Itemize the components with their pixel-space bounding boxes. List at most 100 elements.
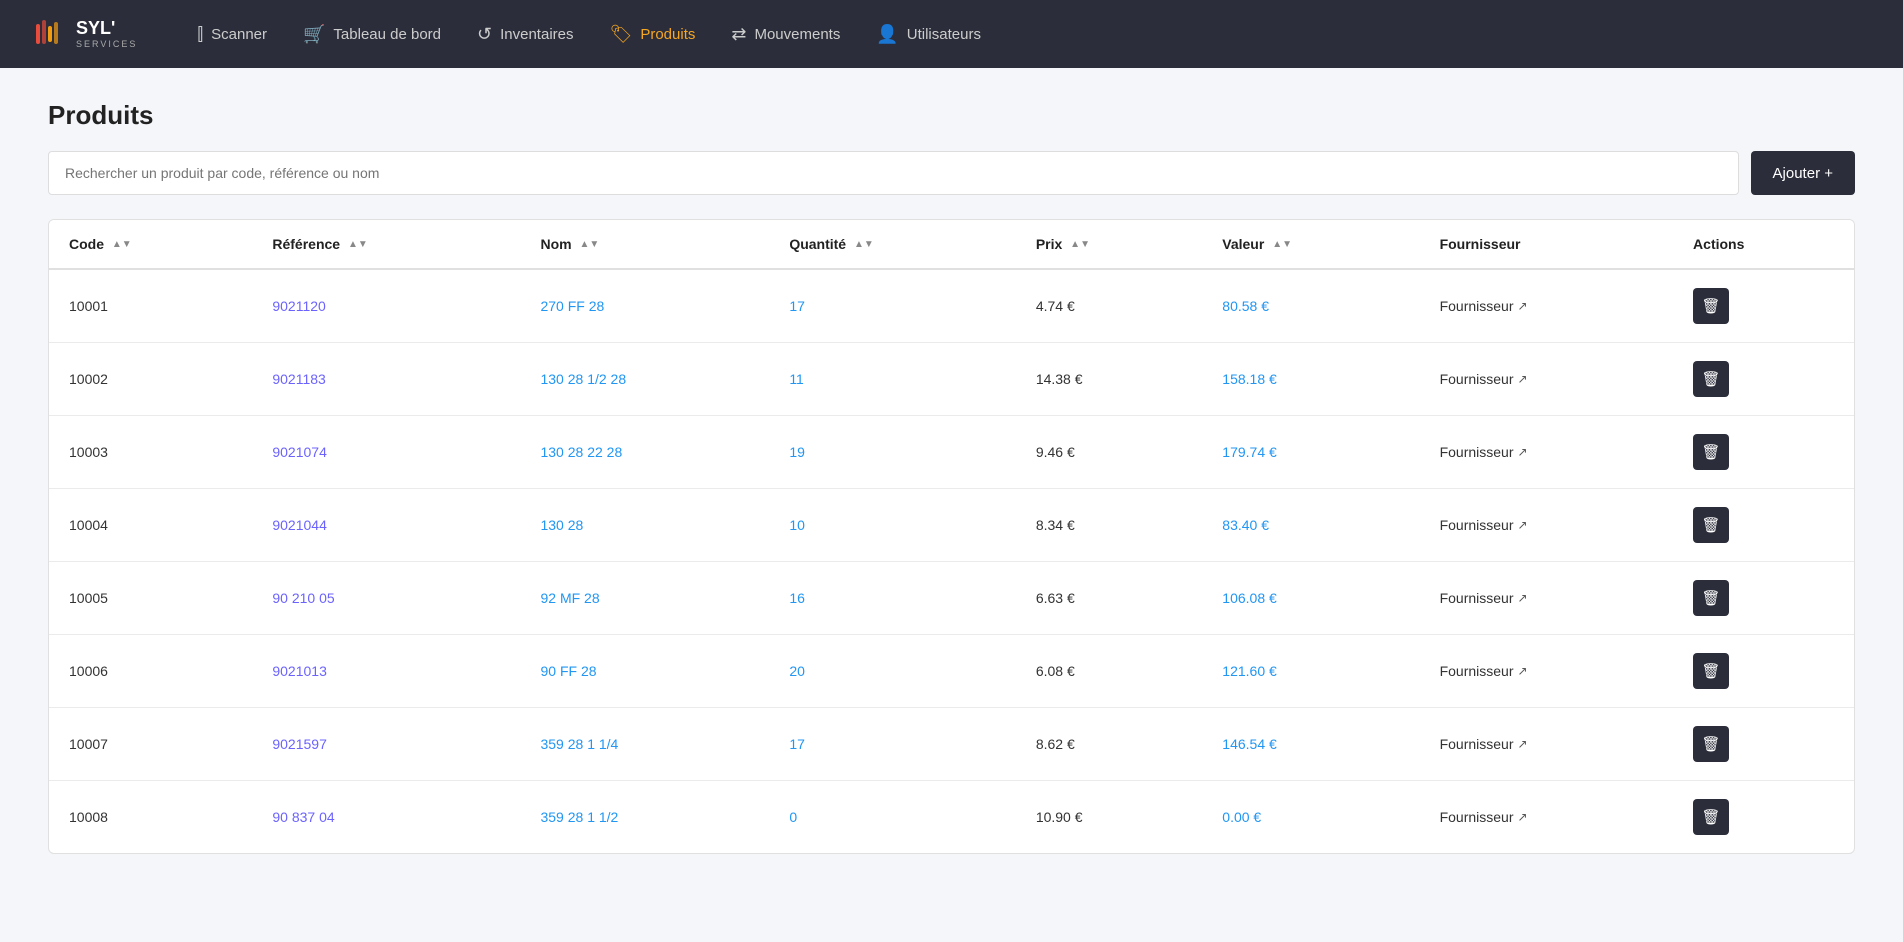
main-content: Produits Ajouter + Code ▲▼ Référence ▲▼ xyxy=(0,68,1903,886)
delete-button[interactable]: 🗑 xyxy=(1693,434,1729,470)
cell-nom: 92 MF 28 xyxy=(520,562,769,635)
nav-label-inventaires: Inventaires xyxy=(500,26,573,43)
col-code[interactable]: Code ▲▼ xyxy=(49,220,252,269)
cell-nom: 270 FF 28 xyxy=(520,269,769,343)
products-table: Code ▲▼ Référence ▲▼ Nom ▲▼ Quantité ▲▼ xyxy=(49,220,1854,853)
cell-quantite: 17 xyxy=(769,269,1016,343)
cell-quantite: 16 xyxy=(769,562,1016,635)
tag-icon: 🏷 xyxy=(609,24,632,45)
col-prix[interactable]: Prix ▲▼ xyxy=(1016,220,1202,269)
nav-item-inventaires[interactable]: ↺ Inventaires xyxy=(477,20,573,49)
transfer-icon: ⇄ xyxy=(731,24,746,45)
table-row: 10005 90 210 05 92 MF 28 16 6.63 € 106.0… xyxy=(49,562,1854,635)
barcode-icon: ⫿ xyxy=(197,24,203,45)
cell-code: 10007 xyxy=(49,708,252,781)
cell-fournisseur: Fournisseur ↗ xyxy=(1420,781,1673,854)
trash-icon: 🗑 xyxy=(1702,662,1721,680)
supplier-link[interactable]: Fournisseur ↗ xyxy=(1440,809,1528,825)
nav-item-dashboard[interactable]: 🛒 Tableau de bord xyxy=(303,20,441,49)
delete-button[interactable]: 🗑 xyxy=(1693,361,1729,397)
cell-code: 10004 xyxy=(49,489,252,562)
delete-button[interactable]: 🗑 xyxy=(1693,507,1729,543)
trash-icon: 🗑 xyxy=(1702,808,1721,826)
table-header: Code ▲▼ Référence ▲▼ Nom ▲▼ Quantité ▲▼ xyxy=(49,220,1854,269)
cell-nom: 130 28 xyxy=(520,489,769,562)
cell-quantite: 19 xyxy=(769,416,1016,489)
cell-reference: 90 210 05 xyxy=(252,562,520,635)
sort-reference-icon: ▲▼ xyxy=(348,240,368,250)
external-link-icon: ↗ xyxy=(1518,518,1528,532)
external-link-icon: ↗ xyxy=(1518,737,1528,751)
navigation: SYL' SERVICES ⫿ Scanner 🛒 Tableau de bor… xyxy=(0,0,1903,68)
cell-fournisseur: Fournisseur ↗ xyxy=(1420,562,1673,635)
cell-fournisseur: Fournisseur ↗ xyxy=(1420,635,1673,708)
cell-fournisseur: Fournisseur ↗ xyxy=(1420,343,1673,416)
external-link-icon: ↗ xyxy=(1518,445,1528,459)
cell-quantite: 17 xyxy=(769,708,1016,781)
delete-button[interactable]: 🗑 xyxy=(1693,799,1729,835)
trash-icon: 🗑 xyxy=(1702,297,1721,315)
table-row: 10008 90 837 04 359 28 1 1/2 0 10.90 € 0… xyxy=(49,781,1854,854)
cell-reference: 9021183 xyxy=(252,343,520,416)
cell-nom: 90 FF 28 xyxy=(520,635,769,708)
add-button[interactable]: Ajouter + xyxy=(1751,151,1855,195)
delete-button[interactable]: 🗑 xyxy=(1693,580,1729,616)
trash-icon: 🗑 xyxy=(1702,589,1721,607)
user-icon: 👤 xyxy=(876,24,898,45)
cell-actions: 🗑 xyxy=(1673,562,1854,635)
supplier-link[interactable]: Fournisseur ↗ xyxy=(1440,444,1528,460)
table-row: 10007 9021597 359 28 1 1/4 17 8.62 € 146… xyxy=(49,708,1854,781)
table-row: 10001 9021120 270 FF 28 17 4.74 € 80.58 … xyxy=(49,269,1854,343)
search-input[interactable] xyxy=(48,151,1739,195)
supplier-link[interactable]: Fournisseur ↗ xyxy=(1440,371,1528,387)
cell-valeur: 106.08 € xyxy=(1202,562,1419,635)
cell-valeur: 121.60 € xyxy=(1202,635,1419,708)
supplier-link[interactable]: Fournisseur ↗ xyxy=(1440,736,1528,752)
nav-item-produits[interactable]: 🏷 Produits xyxy=(609,20,695,49)
sort-code-icon: ▲▼ xyxy=(112,240,132,250)
cell-fournisseur: Fournisseur ↗ xyxy=(1420,416,1673,489)
nav-item-scanner[interactable]: ⫿ Scanner xyxy=(197,20,267,49)
cell-reference: 9021597 xyxy=(252,708,520,781)
nav-menu: ⫿ Scanner 🛒 Tableau de bord ↺ Inventaire… xyxy=(197,20,981,49)
cell-nom: 130 28 22 28 xyxy=(520,416,769,489)
sort-nom-icon: ▲▼ xyxy=(580,240,600,250)
cell-code: 10008 xyxy=(49,781,252,854)
page-title: Produits xyxy=(48,100,1855,131)
col-nom[interactable]: Nom ▲▼ xyxy=(520,220,769,269)
supplier-link[interactable]: Fournisseur ↗ xyxy=(1440,298,1528,314)
cell-valeur: 80.58 € xyxy=(1202,269,1419,343)
col-quantite[interactable]: Quantité ▲▼ xyxy=(769,220,1016,269)
external-link-icon: ↗ xyxy=(1518,591,1528,605)
nav-item-utilisateurs[interactable]: 👤 Utilisateurs xyxy=(876,20,981,49)
logo: SYL' SERVICES xyxy=(32,16,137,52)
trash-icon: 🗑 xyxy=(1702,735,1721,753)
trash-icon: 🗑 xyxy=(1702,370,1721,388)
supplier-link[interactable]: Fournisseur ↗ xyxy=(1440,663,1528,679)
cell-code: 10002 xyxy=(49,343,252,416)
delete-button[interactable]: 🗑 xyxy=(1693,288,1729,324)
table-row: 10006 9021013 90 FF 28 20 6.08 € 121.60 … xyxy=(49,635,1854,708)
col-reference[interactable]: Référence ▲▼ xyxy=(252,220,520,269)
logo-sub: SERVICES xyxy=(76,39,137,49)
cell-actions: 🗑 xyxy=(1673,781,1854,854)
cell-code: 10001 xyxy=(49,269,252,343)
cart-icon: 🛒 xyxy=(303,24,325,45)
cell-prix: 6.08 € xyxy=(1016,635,1202,708)
cell-prix: 14.38 € xyxy=(1016,343,1202,416)
supplier-link[interactable]: Fournisseur ↗ xyxy=(1440,517,1528,533)
supplier-link[interactable]: Fournisseur ↗ xyxy=(1440,590,1528,606)
delete-button[interactable]: 🗑 xyxy=(1693,726,1729,762)
table-row: 10003 9021074 130 28 22 28 19 9.46 € 179… xyxy=(49,416,1854,489)
delete-button[interactable]: 🗑 xyxy=(1693,653,1729,689)
cell-reference: 9021074 xyxy=(252,416,520,489)
external-link-icon: ↗ xyxy=(1518,664,1528,678)
cell-quantite: 20 xyxy=(769,635,1016,708)
cell-reference: 9021120 xyxy=(252,269,520,343)
nav-item-mouvements[interactable]: ⇄ Mouvements xyxy=(731,20,840,49)
col-valeur[interactable]: Valeur ▲▼ xyxy=(1202,220,1419,269)
cell-reference: 90 837 04 xyxy=(252,781,520,854)
cell-fournisseur: Fournisseur ↗ xyxy=(1420,708,1673,781)
sort-valeur-icon: ▲▼ xyxy=(1272,240,1292,250)
logo-icon xyxy=(32,16,68,52)
